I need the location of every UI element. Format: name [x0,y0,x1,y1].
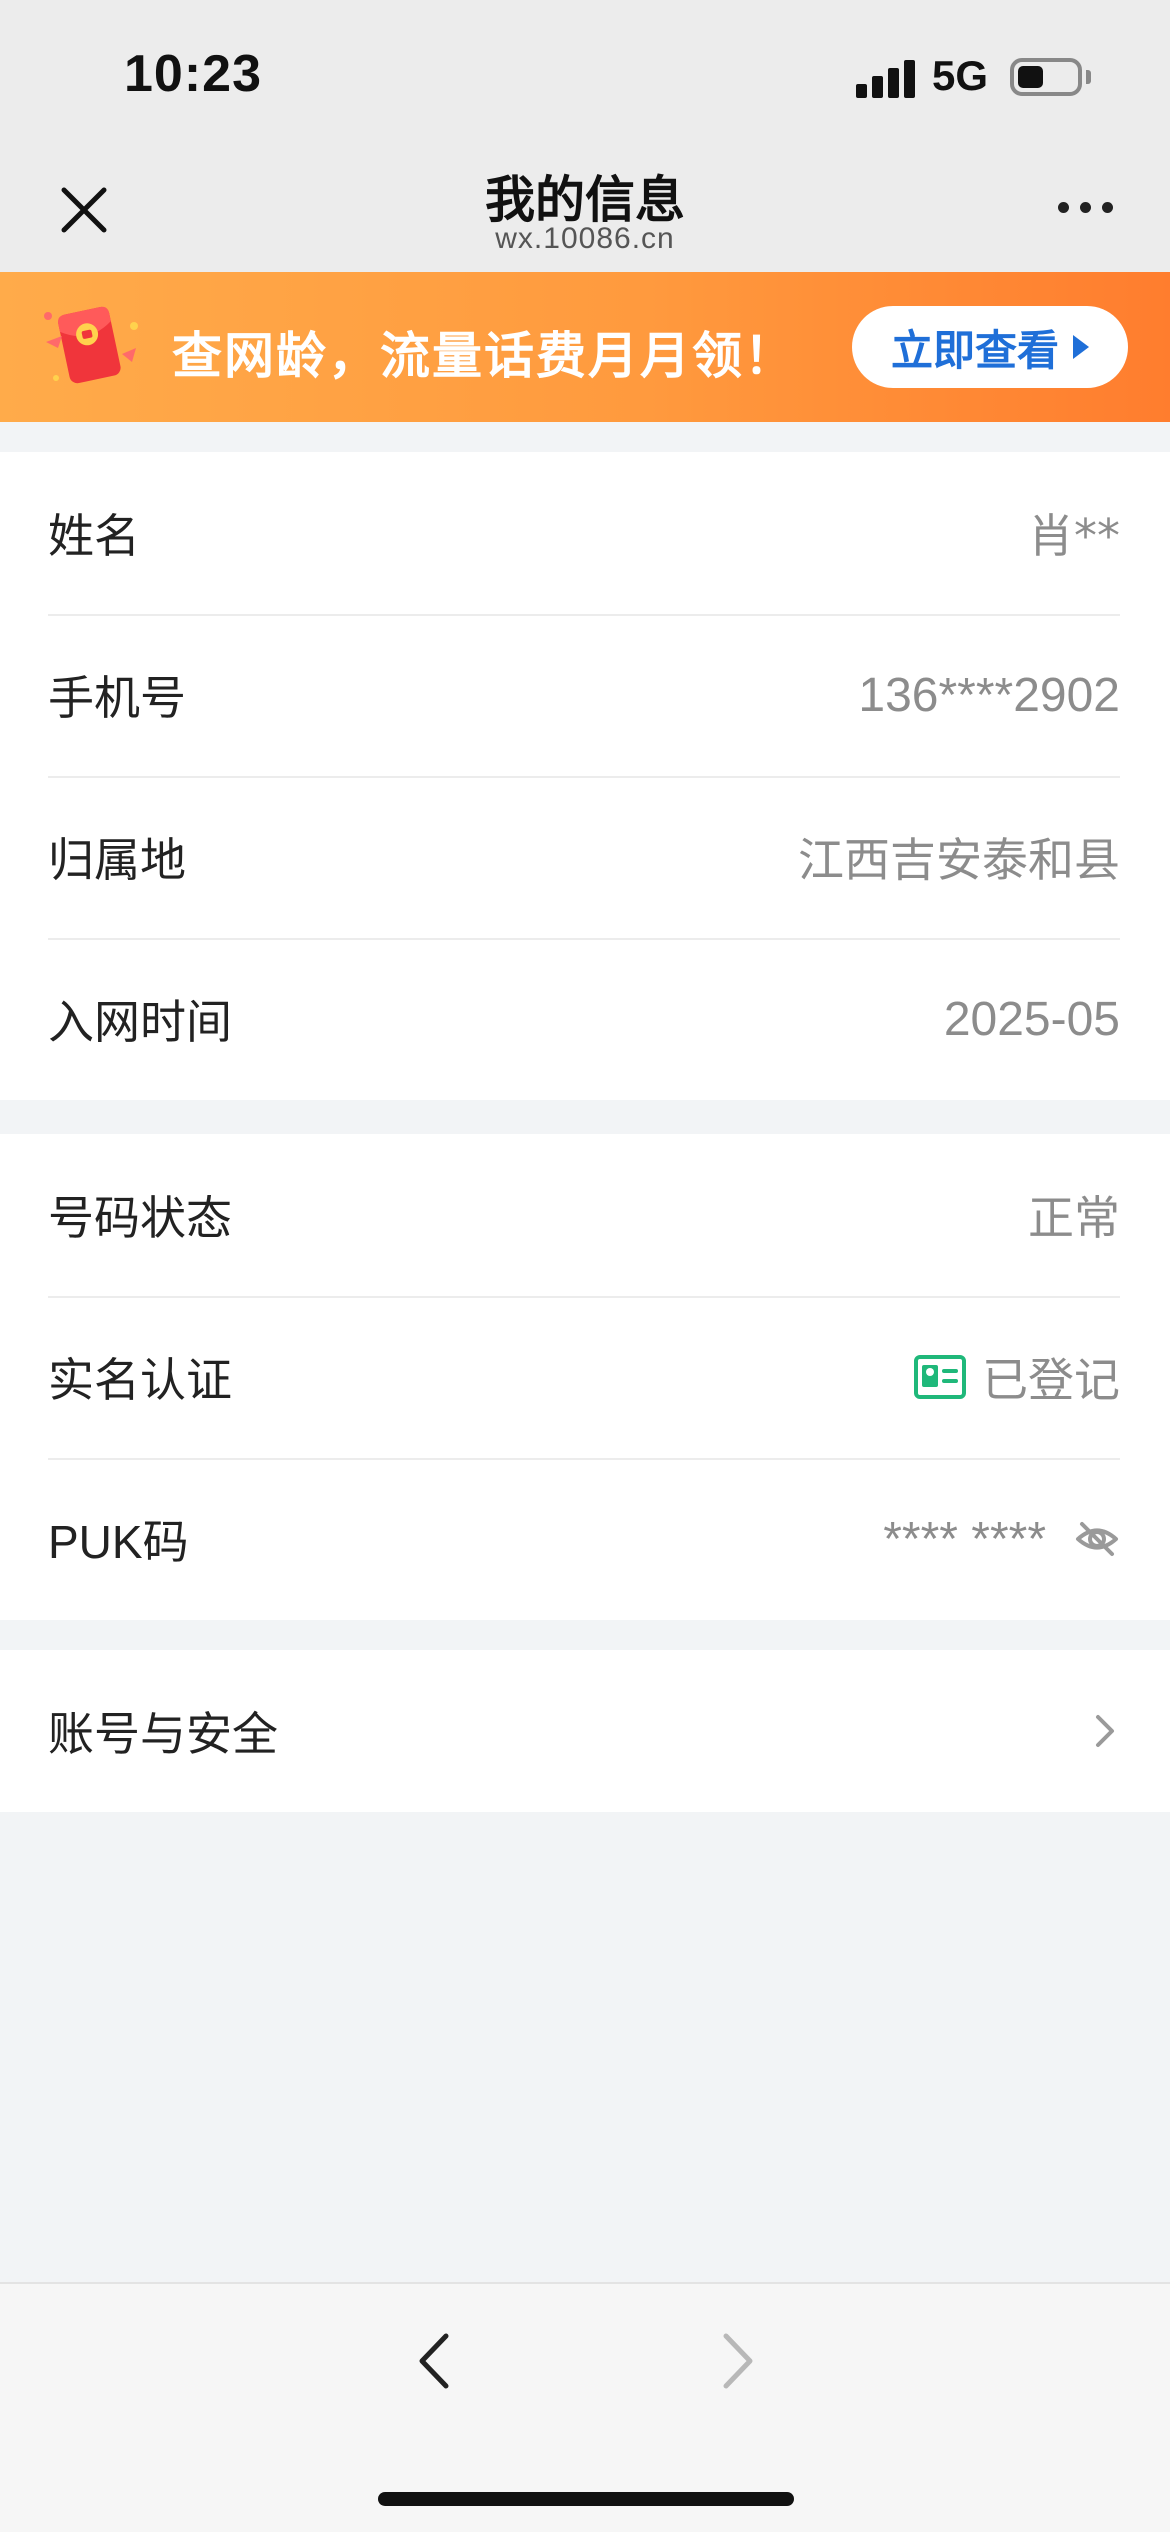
nav-bar: 我的信息 wx.10086.cn [0,140,1170,272]
battery-cap [1086,70,1091,84]
info-row-puk: PUK码 **** **** [0,1458,1170,1620]
view-now-button[interactable]: 立即查看 [852,306,1128,388]
name-label: 姓名 [48,509,140,563]
real-name-label: 实名认证 [48,1353,232,1407]
play-arrow-icon [1073,335,1089,359]
red-envelope-icon [44,306,138,384]
puk-value-group: **** **** [883,1512,1120,1567]
chevron-right-icon [1096,1715,1114,1747]
promo-banner[interactable]: 查网龄，流量话费月月领！ 立即查看 [0,272,1170,422]
account-section: 账号与安全 [0,1650,1170,1812]
phone-value: 136****2902 [858,668,1120,722]
battery-level [1018,66,1043,88]
status-bar: 10:23 5G [0,0,1170,140]
bottom-toolbar [0,2282,1170,2532]
battery-icon [1010,58,1082,96]
eye-off-icon[interactable] [1074,1516,1120,1562]
status-section: 号码状态 正常 实名认证 已登记 PUK码 **** **** [0,1134,1170,1620]
banner-text: 查网龄，流量话费月月领！ [172,327,796,385]
info-row-real-name[interactable]: 实名认证 已登记 [0,1296,1170,1458]
join-date-label: 入网时间 [48,995,232,1049]
number-status-label: 号码状态 [48,1191,232,1245]
more-icon [1058,202,1069,213]
page: 10:23 5G 我的信息 wx.10086.cn 查网龄，流量话费月月领！ 立… [0,0,1170,2532]
account-security-label: 账号与安全 [48,1707,278,1761]
page-url: wx.10086.cn [495,222,675,255]
profile-section: 姓名 肖** 手机号 136****2902 归属地 江西吉安泰和县 入网时间 … [0,452,1170,1100]
number-status-value: 正常 [1028,1191,1120,1245]
info-row-name: 姓名 肖** [0,452,1170,614]
home-indicator [378,2492,794,2506]
location-label: 归属地 [48,833,186,887]
account-security-row[interactable]: 账号与安全 [0,1650,1170,1812]
more-button[interactable] [1054,192,1118,222]
puk-label: PUK码 [48,1516,189,1568]
info-row-phone: 手机号 136****2902 [0,614,1170,776]
phone-label: 手机号 [48,671,186,725]
location-value: 江西吉安泰和县 [798,833,1120,887]
name-value: 肖** [1028,509,1120,563]
join-date-value: 2025-05 [943,992,1120,1046]
real-name-value: 已登记 [982,1353,1120,1407]
id-card-icon [914,1355,966,1399]
chevron-left-icon[interactable] [410,2326,460,2396]
network-type: 5G [932,52,989,99]
view-now-label: 立即查看 [890,325,1059,375]
puk-value: **** **** [883,1512,1046,1566]
info-row-join-date: 入网时间 2025-05 [0,938,1170,1100]
info-row-location: 归属地 江西吉安泰和县 [0,776,1170,938]
real-name-status[interactable]: 已登记 [914,1344,1120,1410]
chevron-right-icon[interactable] [712,2326,762,2396]
status-time: 10:23 [124,45,262,103]
info-row-number-status: 号码状态 正常 [0,1134,1170,1296]
signal-icon [856,58,916,98]
